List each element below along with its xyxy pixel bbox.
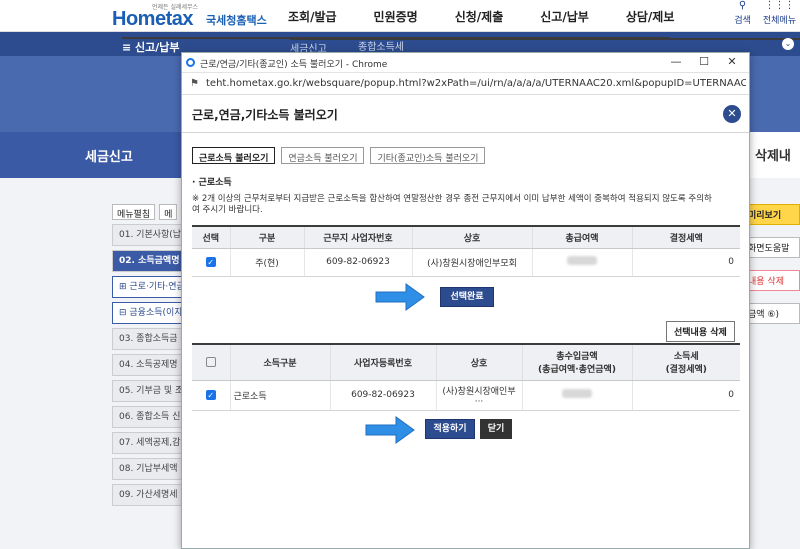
logo-sub: 국세청홈택스 <box>206 14 267 27</box>
row-tax: 0 <box>632 380 740 411</box>
gnb-item[interactable]: 신고/납부 <box>540 8 589 25</box>
gnb-item[interactable]: 신청/제출 <box>455 8 504 25</box>
left-menu-item[interactable]: 01. 기본사항(납 사업장정보 <box>112 224 182 246</box>
notice-text: ※ 2개 이상의 근무처로부터 지급받은 근로소득을 합산하여 연말정산한 경우… <box>192 194 712 215</box>
popup-window: 근로/연금/기타(종교인) 소득 불러오기 - Chrome — ☐ ✕ ⚑ t… <box>181 52 750 549</box>
logo-main: Hometax <box>112 8 193 30</box>
tab-earned-income[interactable]: 근로소득 불러오기 <box>192 147 276 164</box>
table-row[interactable]: ✓ 주(현) 609-82-06923 (사)창원시장애인부모회 0 <box>192 248 740 277</box>
window-close-icon[interactable]: ✕ <box>722 55 742 68</box>
left-menu-item[interactable]: 03. 종합소득금 금 <box>112 328 182 350</box>
left-menu-item[interactable]: 02. 소득금액명 <box>112 250 182 272</box>
chrome-titlebar: 근로/연금/기타(종교인) 소득 불러오기 - Chrome — ☐ ✕ <box>182 53 749 73</box>
menu-other-button[interactable]: 메 <box>159 204 178 220</box>
table-header: 총급여액 <box>532 226 633 249</box>
left-menu-item[interactable]: 06. 종합소득 신 산서 <box>112 406 182 428</box>
table-header: 사업자등록번호 <box>330 344 437 381</box>
table-header: 총수입금액 (총급여액·총연금액) <box>522 344 633 381</box>
select-all-checkbox[interactable] <box>205 357 216 367</box>
subnav-crumb[interactable]: 종합소득세 <box>358 38 404 53</box>
gnb-item[interactable]: 상담/제보 <box>626 8 675 25</box>
window-title: 근로/연금/기타(종교인) 소득 불러오기 - Chrome <box>200 60 388 70</box>
income-type-tabs: 근로소득 불러오기 연금소득 불러오기 기타(종교인)소득 불러오기 <box>192 147 486 164</box>
section-title: · 근로소득 <box>192 178 232 188</box>
lock-icon: ⚑ <box>190 78 199 89</box>
left-menu-item[interactable]: 08. 기납부세액 <box>112 458 182 480</box>
table-header: 소득구분 <box>230 344 331 381</box>
left-menu: 메뉴펼침 메 01. 기본사항(납 사업장정보 02. 소득금액명 ⊞ 근로·기… <box>112 204 182 506</box>
chrome-icon <box>186 58 195 67</box>
dialog-header: 근로,연금,기타소득 불러오기 ✕ <box>182 95 749 133</box>
site-header: 언제든 실례세무스 Hometax 국세청홈택스 조회/발급 민원증명 신청/제… <box>0 0 800 32</box>
address-bar[interactable]: ⚑ teht.hometax.go.kr/websquare/popup.htm… <box>182 73 749 95</box>
row-company: (사)창원시장애인부모회 <box>412 248 533 277</box>
left-menu-item[interactable]: 07. 세액공제,감 <box>112 432 182 454</box>
minimize-icon[interactable]: — <box>666 55 686 68</box>
table-header: 근무지 사업자번호 <box>304 226 413 249</box>
table-header: 소득세 (결정세액) <box>632 344 740 381</box>
selected-income-table: 소득구분 사업자등록번호 상호 총수입금액 (총급여액·총연금액) 소득세 (결… <box>192 343 740 411</box>
close-icon[interactable]: ✕ <box>723 105 741 123</box>
delete-selected-button[interactable]: 선택내용 삭제 <box>666 321 735 342</box>
page-title: 세금신고 <box>85 150 133 165</box>
right-title: 삭제내 <box>755 149 791 164</box>
redacted-amount <box>562 389 592 398</box>
row-company: (사)창원시장애인부··· <box>436 380 523 411</box>
row-bizno: 609-82-06923 <box>330 380 437 411</box>
left-menu-item[interactable]: ⊟ 금융소득(이자 득) <box>112 302 182 324</box>
table-header: 구분 <box>230 226 305 249</box>
maximize-icon[interactable]: ☐ <box>694 55 714 68</box>
url-text[interactable]: teht.hometax.go.kr/websquare/popup.html?… <box>206 78 746 89</box>
income-list-table: 선택 구분 근무지 사업자번호 상호 총급여액 결정세액 ✓ 주(현) 609-… <box>192 225 740 277</box>
left-menu-item[interactable]: 09. 가산세명세 <box>112 484 182 506</box>
tab-pension-income[interactable]: 연금소득 불러오기 <box>281 147 365 164</box>
row-tax: 0 <box>632 248 740 277</box>
header-utilities: ⚲ 검색 ⋮⋮⋮ 전체메뉴 <box>734 0 796 26</box>
tab-other-income[interactable]: 기타(종교인)소득 불러오기 <box>370 147 486 164</box>
grid-icon: ⋮⋮⋮ <box>764 0 795 11</box>
table-header: 상호 <box>436 344 523 381</box>
gnb-item[interactable]: 민원증명 <box>374 8 418 25</box>
all-menu-button[interactable]: ⋮⋮⋮ 전체메뉴 <box>763 0 796 26</box>
left-menu-item[interactable]: ⊞ 근로·기타·연금 <box>112 276 182 298</box>
chevron-down-icon[interactable]: ⌄ <box>782 38 794 50</box>
row-type: 주(현) <box>230 248 305 277</box>
redacted-amount <box>567 256 597 265</box>
search-icon: ⚲ <box>738 0 747 11</box>
table-header: 상호 <box>412 226 533 249</box>
row-checkbox[interactable]: ✓ <box>205 389 216 400</box>
search-button[interactable]: ⚲ 검색 <box>734 0 751 26</box>
left-menu-item[interactable]: 05. 기부금 및 조 <box>112 380 182 402</box>
arrow-right-icon <box>365 416 415 444</box>
global-nav: 조회/발급 민원증명 신청/제출 신고/납부 상담/제보 <box>288 8 711 25</box>
table-row[interactable]: ✓ 근로소득 609-82-06923 (사)창원시장애인부··· 0 <box>192 380 740 411</box>
apply-button[interactable]: 적용하기 <box>425 419 475 439</box>
all-menu-label: 전체메뉴 <box>762 16 796 26</box>
select-done-button[interactable]: 선택완료 <box>440 287 494 307</box>
arrow-right-icon <box>375 283 425 311</box>
search-label: 검색 <box>734 16 751 26</box>
row-bizno: 609-82-06923 <box>304 248 413 277</box>
table-header: 선택 <box>192 226 231 249</box>
menu-expand-button[interactable]: 메뉴펼침 <box>112 204 156 220</box>
dialog-title: 근로,연금,기타소득 불러오기 <box>192 108 338 122</box>
row-type: 근로소득 <box>230 380 331 411</box>
hometax-logo[interactable]: 언제든 실례세무스 Hometax 국세청홈택스 <box>112 2 272 30</box>
row-checkbox[interactable]: ✓ <box>205 256 216 267</box>
table-header: 결정세액 <box>632 226 740 249</box>
left-menu-item[interactable]: 04. 소득공제명 <box>112 354 182 376</box>
close-button[interactable]: 닫기 <box>480 419 512 439</box>
gnb-item[interactable]: 조회/발급 <box>288 8 337 25</box>
